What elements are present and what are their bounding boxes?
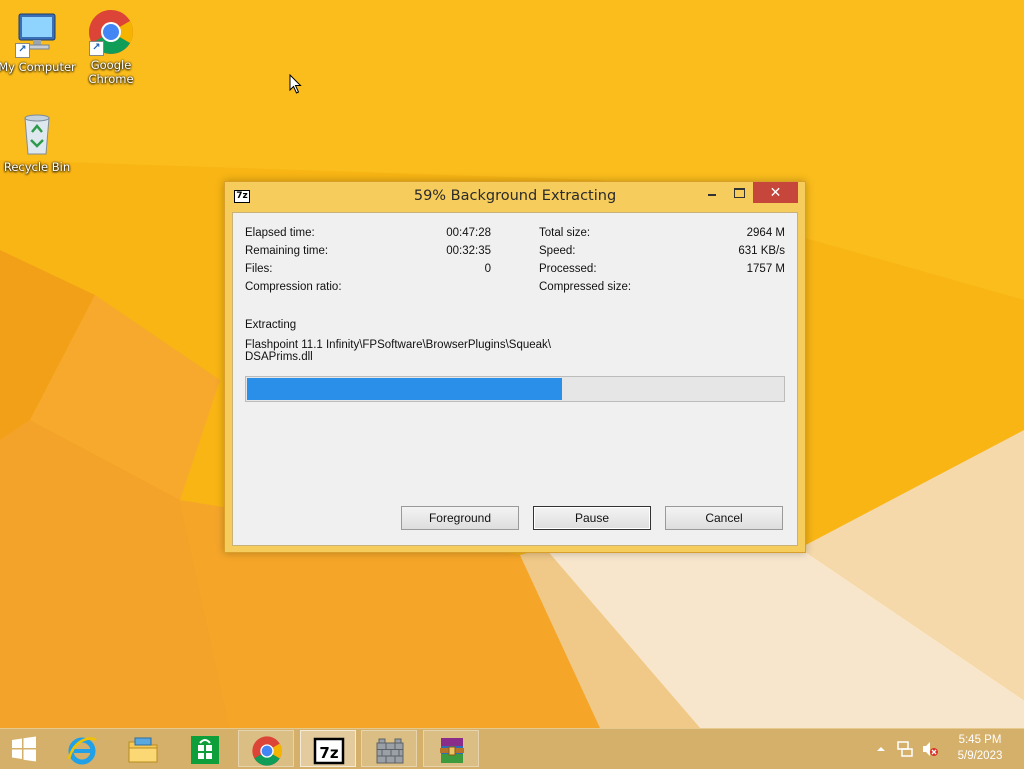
files-value: 0: [484, 263, 491, 275]
chrome-icon: [252, 736, 282, 766]
taskbar-firewall[interactable]: [361, 730, 417, 767]
show-hidden-icons-icon[interactable]: [876, 744, 886, 754]
winrar-icon: [440, 738, 464, 763]
elapsed-time-value: 00:47:28: [446, 227, 491, 239]
compressed-size-label: Compressed size:: [539, 281, 632, 293]
elapsed-time-label: Elapsed time:: [245, 227, 315, 239]
close-icon: ✕: [769, 185, 782, 201]
cancel-button[interactable]: Cancel: [665, 506, 783, 530]
shortcut-arrow-icon: ↗: [89, 41, 104, 56]
taskbar-file-explorer[interactable]: [115, 730, 171, 767]
store-icon: [191, 736, 219, 764]
taskbar-winrar[interactable]: [423, 730, 479, 767]
maximize-icon: [734, 188, 745, 198]
taskbar: 7z 5:45 PM 5/9/2023: [0, 728, 1024, 769]
current-file-name: DSAPrims.dll: [245, 351, 313, 363]
speed-label: Speed:: [539, 245, 576, 257]
total-size-value: 2964 M: [746, 227, 785, 239]
extraction-progress-bar: [245, 376, 785, 402]
desktop-icon-label: Recycle Bin: [3, 160, 71, 174]
maximize-button[interactable]: [726, 182, 752, 203]
title-bar[interactable]: 7z 59% Background Extracting ✕: [225, 182, 805, 212]
desktop-icon-recycle-bin[interactable]: Recycle Bin: [0, 110, 76, 174]
minimize-button[interactable]: [699, 182, 725, 203]
start-button[interactable]: [0, 730, 48, 767]
windows-logo-icon: [12, 736, 36, 762]
operation-label: Extracting: [245, 319, 297, 331]
total-size-label: Total size:: [539, 227, 591, 239]
files-label: Files:: [245, 263, 273, 275]
taskbar-store[interactable]: [177, 730, 233, 767]
chrome-icon: ↗: [87, 8, 135, 56]
folder-icon: [128, 737, 158, 763]
network-icon[interactable]: [896, 740, 914, 758]
desktop-icon-label: My Computer: [0, 60, 76, 74]
taskbar-7zip[interactable]: 7z: [300, 730, 356, 767]
desktop-icon-google-chrome[interactable]: ↗ Google Chrome: [72, 8, 150, 86]
speed-value: 631 KB/s: [738, 245, 785, 257]
desktop-icon-label: Google Chrome: [88, 58, 134, 86]
ie-icon: [67, 737, 97, 765]
recycle-bin-icon: [13, 110, 61, 158]
current-file-path: Flashpoint 11.1 Infinity\FPSoftware\Brow…: [245, 339, 551, 351]
taskbar-chrome[interactable]: [238, 730, 294, 767]
remaining-time-value: 00:32:35: [446, 245, 491, 257]
shortcut-arrow-icon: ↗: [15, 43, 30, 58]
computer-icon: ↗: [13, 10, 61, 58]
pause-button[interactable]: Pause: [533, 506, 651, 530]
7zip-icon: 7z: [313, 737, 345, 765]
volume-muted-icon[interactable]: [921, 740, 939, 758]
brick-wall-icon: [376, 738, 404, 764]
minimize-icon: [708, 194, 716, 196]
foreground-button[interactable]: Foreground: [401, 506, 519, 530]
taskbar-internet-explorer[interactable]: [54, 730, 110, 767]
clock-date[interactable]: 5/9/2023: [945, 750, 1015, 762]
processed-label: Processed:: [539, 263, 597, 275]
clock-time[interactable]: 5:45 PM: [945, 734, 1015, 746]
close-button[interactable]: ✕: [753, 182, 798, 203]
mouse-cursor-icon: [289, 74, 302, 94]
processed-value: 1757 M: [746, 263, 785, 275]
extract-progress-window: 7z 59% Background Extracting ✕ Elapsed t…: [224, 181, 806, 553]
svg-text:7z: 7z: [319, 744, 338, 762]
compression-ratio-label: Compression ratio:: [245, 281, 342, 293]
desktop-icon-my-computer[interactable]: ↗ My Computer: [0, 10, 76, 74]
progress-bar-fill: [247, 378, 563, 400]
remaining-time-label: Remaining time:: [245, 245, 329, 257]
window-client-area: Elapsed time: 00:47:28 Remaining time: 0…: [232, 212, 798, 546]
